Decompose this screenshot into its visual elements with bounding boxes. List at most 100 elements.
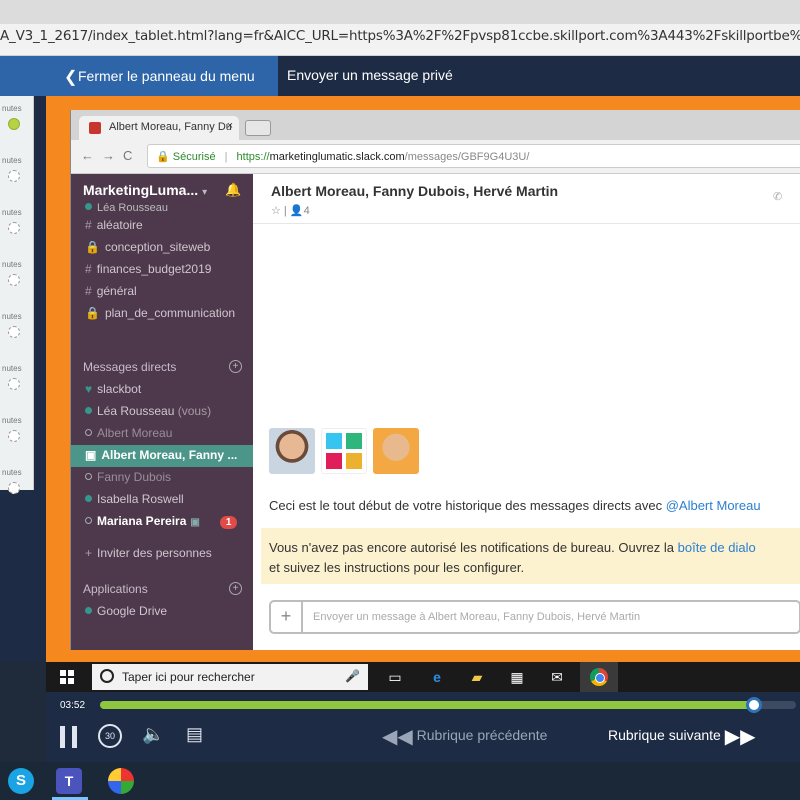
member-count: 4 <box>303 205 310 217</box>
course-menu-item[interactable]: nutes <box>0 204 34 256</box>
attach-plus-button[interactable]: + <box>271 602 303 632</box>
course-menu-item[interactable]: nutes <box>0 360 34 412</box>
mail-icon[interactable]: ✉ <box>548 668 566 686</box>
hash-icon: # <box>85 284 92 298</box>
transcript-icon[interactable]: ▤ <box>186 724 203 745</box>
bell-icon[interactable]: 🔔 <box>225 182 241 198</box>
next-topic-button[interactable]: Rubrique suivante ▶▶ <box>608 724 756 749</box>
volume-icon[interactable]: 🔈 <box>142 724 164 745</box>
chrome-nav-icons[interactable]: ←→C <box>81 148 140 163</box>
offline-status-icon <box>85 429 92 436</box>
store-icon[interactable]: ▦ <box>508 668 526 686</box>
apps-header[interactable]: Applications <box>83 582 148 596</box>
message-placeholder: Envoyer un message à Albert Moreau, Fann… <box>313 611 641 623</box>
bot-icon: ▣ <box>190 517 200 528</box>
task-view-icon[interactable]: ▭ <box>386 668 404 686</box>
course-menu-list: nutes nutes nutes nutes nutes nutes nutes nutes <box>0 96 34 494</box>
browser-address-area: A_V3_1_2617/index_tablet.html?lang=fr&AI… <box>0 0 800 56</box>
hash-icon: # <box>85 218 92 232</box>
progress-handle[interactable] <box>746 697 763 713</box>
edge-icon[interactable]: e <box>428 668 446 686</box>
chrome-tab[interactable]: Albert Moreau, Fanny Du × <box>79 116 239 140</box>
url-scheme: https:// <box>236 151 270 163</box>
course-menu-item[interactable]: nutes <box>0 464 34 516</box>
browser-tabstrip <box>0 0 800 24</box>
star-icon[interactable]: ☆ <box>271 205 281 217</box>
file-explorer-icon[interactable]: ▰ <box>468 668 486 686</box>
paint-icon[interactable] <box>108 768 134 794</box>
group-icon: ▣ <box>85 448 97 462</box>
course-menu-item[interactable]: nutes <box>0 308 34 360</box>
course-menu-item[interactable]: nutes <box>0 152 34 204</box>
slack-sidebar: MarketingLuma... ▾ 🔔 Léa Rousseau # aléato… <box>71 174 253 650</box>
chat-header: Albert Moreau, Fanny Dubois, Hervé Marti… <box>253 174 800 224</box>
unread-badge: 1 <box>219 516 238 529</box>
phone-icon[interactable]: ✆ <box>773 190 782 203</box>
hash-icon: # <box>85 262 92 276</box>
dm-item[interactable]: Isabella Roswell <box>85 492 184 506</box>
close-menu-button[interactable]: ❮ Fermer le panneau du menu <box>0 56 278 96</box>
course-menu-item[interactable]: nutes <box>0 412 34 464</box>
avatar-slack-logo[interactable] <box>321 428 367 474</box>
pause-button[interactable] <box>60 726 80 748</box>
dialog-link[interactable]: boîte de dialo <box>678 540 756 555</box>
incomplete-circle-icon <box>8 274 20 286</box>
dm-item[interactable]: Fanny Dubois <box>85 470 171 484</box>
course-menu-item[interactable]: nutes <box>0 256 34 308</box>
channel-item[interactable]: # finances_budget2019 <box>85 262 211 276</box>
members-icon[interactable]: 👤 <box>290 205 304 217</box>
course-menu-item-label: nutes <box>2 312 22 321</box>
microphone-icon[interactable]: 🎤 <box>345 669 360 683</box>
offline-status-icon <box>85 517 92 524</box>
course-menu-item-label: nutes <box>2 156 22 165</box>
chat-title: Albert Moreau, Fanny Dubois, Hervé Marti… <box>271 183 559 199</box>
team-name[interactable]: MarketingLuma... ▾ <box>83 182 207 198</box>
incomplete-circle-icon <box>8 170 20 182</box>
avatar[interactable] <box>373 428 419 474</box>
close-icon[interactable]: × <box>227 120 233 132</box>
incomplete-circle-icon <box>8 326 20 338</box>
teams-icon[interactable]: T <box>56 768 82 794</box>
avatar[interactable] <box>269 428 315 474</box>
dm-item[interactable]: ♥ slackbot <box>85 382 141 396</box>
current-time: 03:52 <box>60 700 86 711</box>
message-input[interactable]: + Envoyer un message à Albert Moreau, Fa… <box>269 600 800 634</box>
dm-item[interactable]: Léa Rousseau (vous) <box>85 404 211 418</box>
dm-item[interactable]: Albert Moreau <box>85 426 172 440</box>
chrome-omnibox[interactable]: 🔒 Sécurisé | https://marketinglumatic.sl… <box>147 144 800 168</box>
cortana-icon <box>100 669 114 683</box>
browser-url[interactable]: A_V3_1_2617/index_tablet.html?lang=fr&AI… <box>0 28 800 44</box>
dm-item[interactable]: Mariana Pereira ▣ 1 <box>85 514 238 529</box>
chevron-left-icon: ❮ <box>64 69 78 86</box>
channel-item[interactable]: 🔒 conception_siteweb <box>85 240 210 254</box>
chrome-taskbar-icon[interactable] <box>580 662 618 692</box>
skype-icon[interactable]: S <box>8 768 34 794</box>
invite-button[interactable]: + Inviter des personnes <box>85 546 212 560</box>
double-chevron-left-icon: ◀◀ <box>382 726 413 748</box>
app-item[interactable]: Google Drive <box>85 604 167 618</box>
online-status-icon <box>85 607 92 614</box>
add-dm-icon[interactable]: + <box>229 360 242 373</box>
course-menu-item[interactable]: nutes <box>0 100 34 152</box>
offline-status-icon <box>85 473 92 480</box>
windows-search-box[interactable]: Taper ici pour rechercher 🎤 <box>92 664 368 690</box>
dm-header[interactable]: Messages directs <box>83 360 176 374</box>
course-menu-item-label: nutes <box>2 208 22 217</box>
lock-icon: 🔒 <box>85 306 100 320</box>
channel-item[interactable]: # général <box>85 284 137 298</box>
channel-item[interactable]: 🔒 plan_de_communication <box>85 306 235 320</box>
new-tab-button[interactable] <box>245 120 271 136</box>
course-menu-item-label: nutes <box>2 364 22 373</box>
add-app-icon[interactable]: + <box>229 582 242 595</box>
replay-30-button[interactable]: 30 <box>98 724 122 748</box>
course-menu-item-label: nutes <box>2 416 22 425</box>
slack-favicon-icon <box>89 122 101 134</box>
mention-link[interactable]: @Albert Moreau <box>666 498 761 513</box>
dm-item[interactable]: ▣ Albert Moreau, Fanny ... <box>85 448 237 462</box>
windows-start-icon[interactable] <box>60 670 74 684</box>
previous-topic-button[interactable]: ◀◀ Rubrique précédente <box>382 724 547 749</box>
page-title: Envoyer un message privé <box>287 67 453 83</box>
progress-track[interactable] <box>100 697 796 713</box>
channel-item[interactable]: # aléatoire <box>85 218 143 232</box>
course-menu-panel: nutes nutes nutes nutes nutes nutes nutes nutes <box>0 96 46 662</box>
